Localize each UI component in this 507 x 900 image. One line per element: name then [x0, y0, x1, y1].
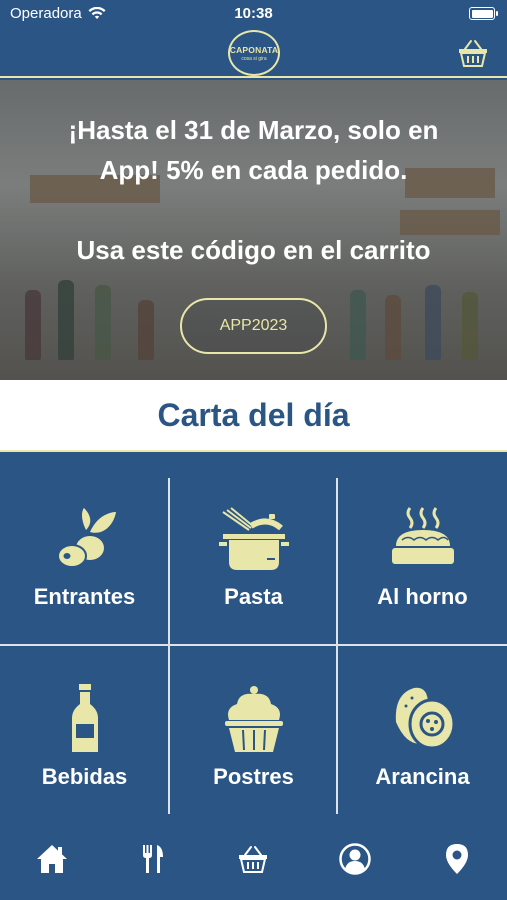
baked-dish-icon	[391, 507, 454, 564]
category-label: Postres	[213, 764, 294, 789]
arancina-icon	[395, 687, 455, 750]
category-label: Bebidas	[41, 764, 128, 789]
basket-icon	[239, 846, 267, 873]
cart-button[interactable]	[457, 38, 489, 68]
logo-subtitle: cosa si gira	[241, 55, 267, 62]
promo-line-2: App! 5% en cada pedido.	[99, 155, 408, 185]
cupcake-icon	[224, 686, 283, 752]
promo-code-button[interactable]: APP2023	[180, 298, 327, 354]
category-pasta[interactable]: Pasta	[169, 452, 338, 644]
category-grid: Entrantes Pasta Al horno Bebidas Postres…	[0, 452, 507, 814]
category-bebidas[interactable]: Bebidas	[0, 646, 169, 814]
category-label: Entrantes	[33, 584, 136, 609]
tab-basket[interactable]	[236, 842, 270, 876]
logo-name: CAPONATA	[229, 44, 279, 55]
section-title: Carta del día	[0, 380, 507, 452]
category-arancina[interactable]: Arancina	[338, 646, 507, 814]
status-time: 10:38	[234, 5, 273, 22]
basket-icon	[459, 40, 487, 67]
category-label: Pasta	[224, 584, 283, 609]
fork-knife-icon	[143, 845, 163, 873]
tab-bar	[0, 814, 507, 900]
category-label: Arancina	[375, 764, 470, 789]
bottle-icon	[71, 684, 98, 752]
pasta-pot-icon	[218, 507, 289, 570]
tab-location[interactable]	[440, 842, 474, 876]
home-icon	[37, 845, 67, 873]
promo-line-3: Usa este código en el carrito	[76, 235, 431, 265]
user-icon	[339, 843, 371, 875]
promo-line-1: ¡Hasta el 31 de Marzo, solo en	[68, 115, 439, 145]
battery-icon	[469, 7, 498, 20]
category-postres[interactable]: Postres	[169, 646, 338, 814]
promo-banner[interactable]: ¡Hasta el 31 de Marzo, solo en App! 5% e…	[0, 80, 507, 380]
category-entrantes[interactable]: Entrantes	[0, 452, 169, 644]
nav-bar: CAPONATA cosa si gira	[0, 28, 507, 78]
tab-profile[interactable]	[338, 842, 372, 876]
category-al-horno[interactable]: Al horno	[338, 452, 507, 644]
location-pin-icon	[446, 844, 468, 874]
tab-menu[interactable]	[136, 842, 170, 876]
tab-home[interactable]	[35, 842, 69, 876]
olives-icon	[56, 508, 116, 568]
app-logo[interactable]: CAPONATA cosa si gira	[228, 30, 280, 76]
category-label: Al horno	[377, 584, 468, 609]
status-bar: Operadora 10:38	[0, 0, 507, 28]
